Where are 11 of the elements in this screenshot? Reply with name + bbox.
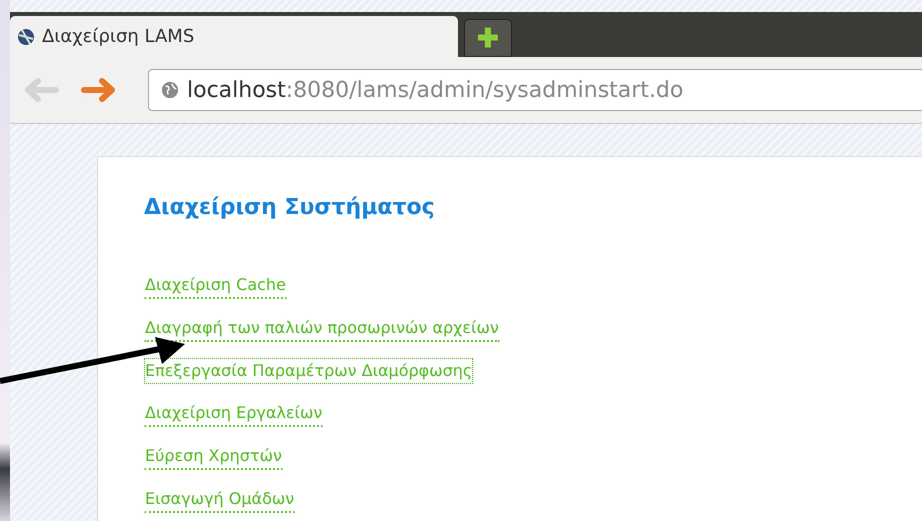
new-tab-button[interactable]: ✚ <box>464 19 512 57</box>
admin-link[interactable]: Επεξεργασία Παραμέτρων Διαμόρφωσης <box>144 358 474 384</box>
browser-tab[interactable]: Διαχείριση LAMS <box>10 16 458 57</box>
page-heading: Διαχείριση Συστήματος <box>144 195 436 220</box>
admin-link[interactable]: Διαχείριση Εργαλείων <box>144 400 324 427</box>
admin-link[interactable]: Εύρεση Χρηστών <box>144 443 283 470</box>
admin-link[interactable]: Διαχείριση Cache <box>144 272 287 299</box>
address-bar[interactable]: localhost:8080/lams/admin/sysadminstart.do <box>148 69 922 111</box>
url-text: localhost:8080/lams/admin/sysadminstart.do <box>187 78 684 102</box>
admin-link[interactable]: Εισαγωγή Ομάδων <box>144 486 296 513</box>
tab-title: Διαχείριση LAMS <box>42 26 194 47</box>
